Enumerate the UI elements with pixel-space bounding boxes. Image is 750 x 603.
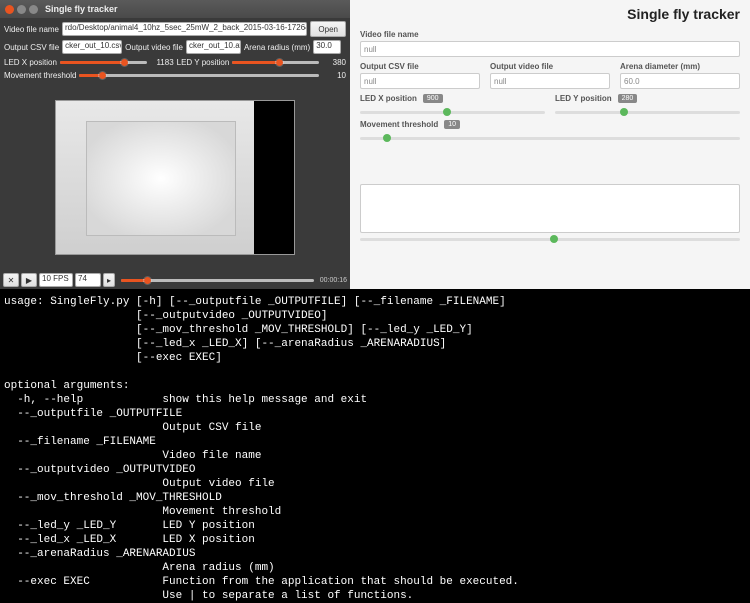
r-mov-slider[interactable]	[360, 134, 740, 182]
r-ledx-slider[interactable]	[360, 108, 545, 116]
r-mov-value: 10	[444, 120, 460, 129]
r-diam-label: Arena diameter (mm)	[620, 62, 740, 71]
fps-input[interactable]: 10 FPS	[39, 273, 73, 287]
video-controls: ✕ ▶ 10 FPS 74 ▸ 00:00:16	[0, 271, 350, 289]
r-video-label: Video file name	[360, 30, 740, 39]
r-diam-input[interactable]	[620, 73, 740, 89]
r-video-input[interactable]	[360, 41, 740, 57]
titlebar[interactable]: Single fly tracker	[0, 0, 350, 18]
maximize-icon[interactable]	[29, 5, 38, 14]
window-title: Single fly tracker	[45, 4, 118, 14]
ledx-label: LED X position	[4, 58, 57, 67]
r-csv-label: Output CSV file	[360, 62, 480, 71]
csv-label: Output CSV file	[4, 43, 59, 52]
arena-label: Arena radius (mm)	[244, 43, 310, 52]
web-panel: Single fly tracker Video file name Outpu…	[350, 0, 750, 289]
arena-input[interactable]: 30.0	[313, 40, 341, 54]
timeline-slider[interactable]	[121, 275, 314, 285]
mov-label: Movement threshold	[4, 71, 76, 80]
r-ledy-value: 280	[618, 94, 638, 103]
r-timeline-slider[interactable]	[360, 235, 740, 283]
r-mov-label: Movement threshold	[360, 120, 438, 129]
stop-button[interactable]: ✕	[3, 273, 19, 287]
ledx-slider[interactable]	[60, 57, 147, 67]
open-button[interactable]: Open	[310, 21, 346, 37]
ledy-label: LED Y position	[177, 58, 230, 67]
video-frame	[55, 100, 295, 255]
outvideo-input[interactable]: cker_out_10.avi	[186, 40, 241, 54]
terminal-output: usage: SingleFly.py [-h] [--_outputfile …	[0, 289, 750, 597]
frame-input[interactable]: 74	[75, 273, 101, 287]
r-outvideo-label: Output video file	[490, 62, 610, 71]
r-ledx-label: LED X position	[360, 94, 417, 103]
video-file-label: Video file name	[4, 25, 59, 34]
ledy-slider[interactable]	[232, 57, 319, 67]
ledy-value: 380	[322, 58, 346, 67]
r-outvideo-input[interactable]	[490, 73, 610, 89]
mov-slider[interactable]	[79, 70, 319, 80]
ledx-value: 1183	[150, 58, 174, 67]
video-sidebar-black	[254, 101, 294, 254]
play-button[interactable]: ▶	[21, 273, 37, 287]
r-ledy-slider[interactable]	[555, 108, 740, 116]
page-title: Single fly tracker	[360, 6, 740, 22]
mov-value: 10	[322, 71, 346, 80]
time-total: 00:00:16	[320, 277, 347, 284]
arena-view	[86, 121, 236, 236]
r-ledy-label: LED Y position	[555, 94, 612, 103]
video-file-input[interactable]: rdo/Desktop/animal4_10hz_5sec_25mW_2_bac…	[62, 22, 307, 36]
frame-step-button[interactable]: ▸	[103, 273, 115, 287]
csv-input[interactable]: cker_out_10.csv	[62, 40, 122, 54]
outvideo-label: Output video file	[125, 43, 183, 52]
form-panel: Video file name rdo/Desktop/animal4_10hz…	[0, 18, 350, 83]
video-preview	[0, 83, 350, 271]
r-preview-area	[360, 184, 740, 234]
close-icon[interactable]	[5, 5, 14, 14]
gtk-window: Single fly tracker Video file name rdo/D…	[0, 0, 350, 289]
r-csv-input[interactable]	[360, 73, 480, 89]
minimize-icon[interactable]	[17, 5, 26, 14]
r-ledx-value: 900	[423, 94, 443, 103]
